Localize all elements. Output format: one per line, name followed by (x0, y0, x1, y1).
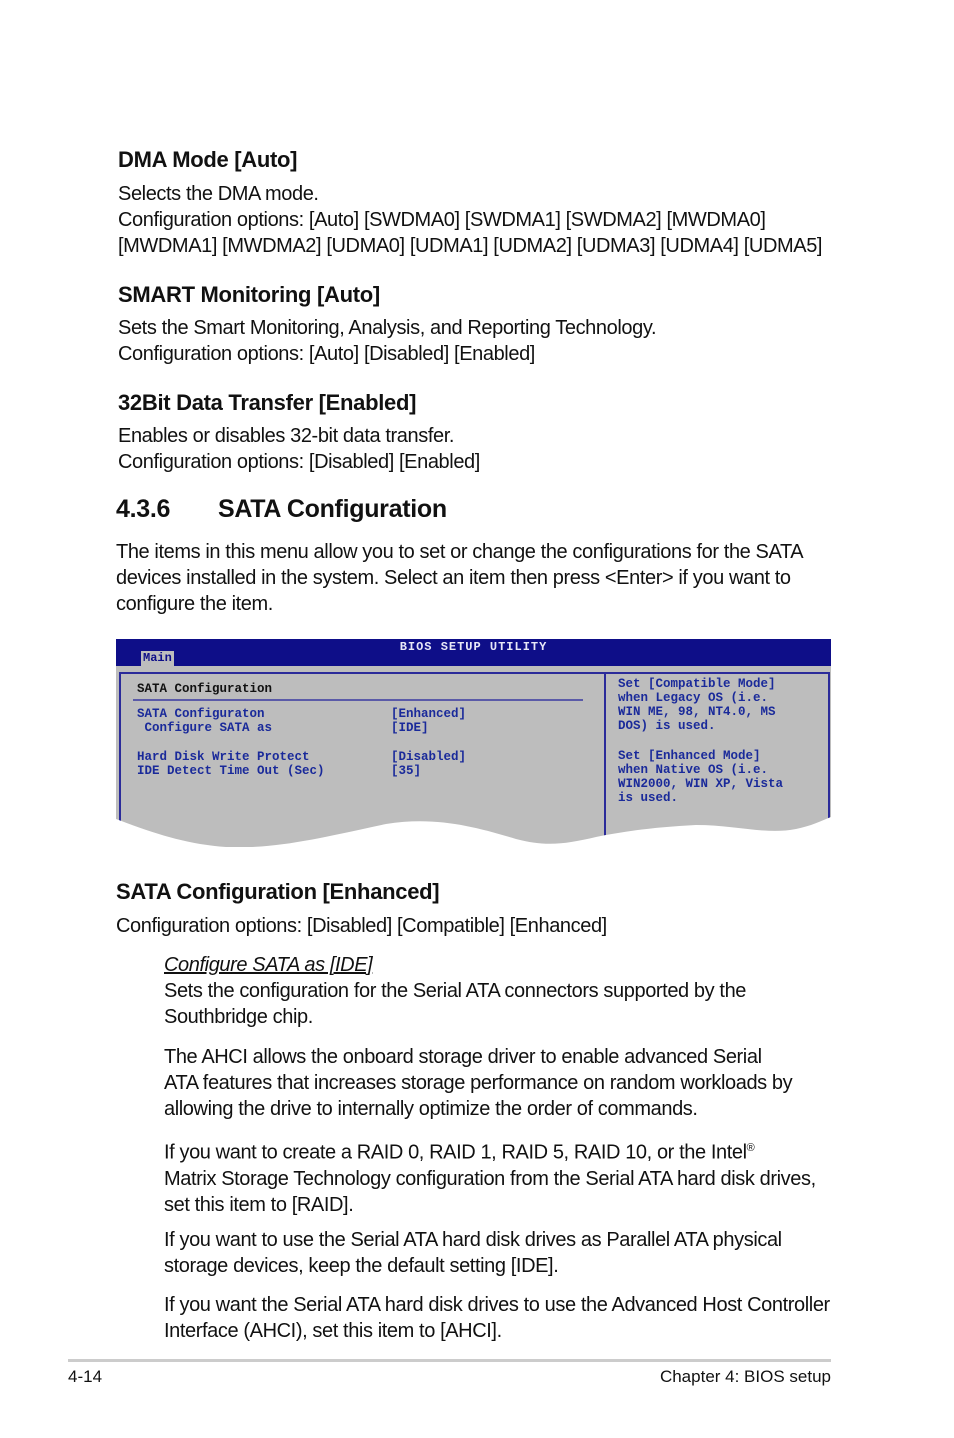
text-line: Configuration options: [Disabled] [Enabl… (118, 451, 480, 473)
text-line: [MWDMA1] [MWDMA2] [UDMA0] [UDMA1] [UDMA2… (118, 235, 823, 257)
page-number: 4-14 (68, 1367, 103, 1386)
section-intro: The items in this menu allow you to set … (116, 539, 804, 617)
text-line: If you want the Serial ATA hard disk dri… (164, 1294, 830, 1316)
text-line: Interface (AHCI), set this item to [AHCI… (164, 1320, 502, 1342)
text-line: If you want to create a RAID 0, RAID 1, … (164, 1141, 747, 1164)
heading-dma-mode: DMA Mode [Auto] (118, 147, 298, 172)
text-line: Configuration options: [Auto] [Disabled]… (118, 343, 535, 365)
paragraph: The AHCI allows the onboard storage driv… (164, 1044, 793, 1122)
chapter-label: Chapter 4: BIOS setup (659, 1367, 831, 1386)
text-line: Selects the DMA mode. (118, 183, 319, 205)
text-line: The items in this menu allow you to set … (116, 541, 804, 563)
registered-mark: ® (746, 1142, 755, 1154)
text-line: Configuration options: [Auto] [SWDMA0] [… (118, 209, 766, 231)
text-line: set this item to [RAID]. (164, 1193, 354, 1216)
bios-screenshot: BIOS SETUP UTILITY Main SATA Configurati… (116, 639, 831, 849)
section-title: SATA Configuration (218, 495, 447, 523)
text-line: Southbridge chip. (164, 1006, 313, 1028)
text-line: Enables or disables 32-bit data transfer… (118, 425, 455, 447)
heading-smart-monitoring: SMART Monitoring [Auto] (118, 282, 380, 307)
text-line: If you want to use the Serial ATA hard d… (164, 1229, 782, 1251)
dma-mode-text: Selects the DMA mode. Configuration opti… (118, 181, 822, 259)
text-line: Matrix Storage Technology configuration … (164, 1167, 816, 1190)
text-line: allowing the drive to internally optimiz… (164, 1098, 698, 1120)
paragraph: If you want to use the Serial ATA hard d… (164, 1227, 782, 1279)
text-line: storage devices, keep the default settin… (164, 1255, 559, 1277)
sata-options: Configuration options: [Disabled] [Compa… (116, 915, 607, 937)
text-line: devices installed in the system. Select … (116, 567, 791, 589)
heading-32bit: 32Bit Data Transfer [Enabled] (118, 390, 417, 415)
sub-heading-configure-sata: Configure SATA as [IDE] (164, 954, 373, 976)
text-line: The AHCI allows the onboard storage driv… (164, 1046, 762, 1068)
paragraph: Sets the configuration for the Serial AT… (164, 978, 746, 1030)
section-number: 4.3.6 (116, 495, 171, 523)
torn-edge (116, 817, 831, 849)
text-line: configure the item. (116, 593, 273, 615)
footer-rule (68, 1359, 831, 1362)
smart-text: Sets the Smart Monitoring, Analysis, and… (118, 315, 657, 367)
paragraph: If you want to create a RAID 0, RAID 1, … (164, 1135, 816, 1218)
32bit-text: Enables or disables 32-bit data transfer… (118, 423, 480, 475)
heading-sata-configuration: SATA Configuration [Enhanced] (116, 879, 440, 904)
paragraph: If you want the Serial ATA hard disk dri… (164, 1292, 830, 1344)
text-line: Sets the Smart Monitoring, Analysis, and… (118, 317, 657, 339)
text-line: Sets the configuration for the Serial AT… (164, 980, 747, 1002)
manual-page: DMA Mode [Auto] Selects the DMA mode. Co… (0, 0, 954, 1438)
text-line: ATA features that increases storage perf… (164, 1072, 793, 1094)
